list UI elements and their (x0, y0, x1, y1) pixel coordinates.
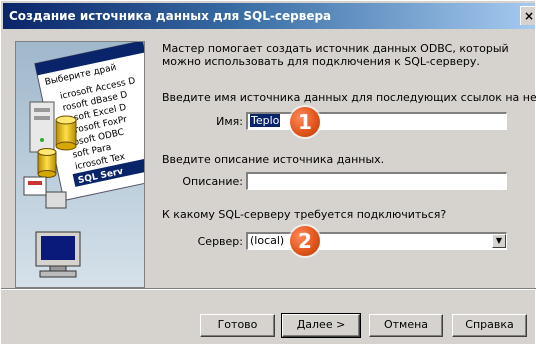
server-label: Сервер: (176, 235, 243, 248)
server-combobox[interactable]: (local) ▼ (246, 232, 507, 250)
odbc-wizard-dialog: Создание источника данных для SQL-сервер… (0, 0, 536, 345)
name-prompt: Введите имя источника данных для последу… (162, 91, 536, 104)
name-input[interactable]: Teplo (246, 112, 507, 130)
callout-badge-2: 2 (290, 226, 320, 256)
title-bar[interactable]: Создание источника данных для SQL-сервер… (3, 3, 535, 29)
server-database-illustration-icon: Выберите драй icrosoft Access D rosoft d… (16, 42, 144, 287)
description-label-text: Описание: (182, 175, 243, 188)
help-button[interactable]: Справка (452, 314, 527, 337)
next-button[interactable]: Далее > (281, 313, 361, 338)
button-separator (1, 288, 536, 290)
description-prompt: Введите описание источника данных. (162, 153, 385, 166)
name-input-value: Teplo (250, 114, 281, 127)
window-title: Создание источника данных для SQL-сервер… (9, 9, 332, 23)
wizard-intro-text: Мастер помогает создать источник данных … (162, 42, 509, 68)
close-icon[interactable]: × (520, 6, 535, 25)
name-label-text: Имя: (216, 115, 243, 128)
description-label: Описание: (171, 175, 243, 188)
chevron-down-icon[interactable]: ▼ (492, 234, 506, 248)
server-prompt: К какому SQL-серверу требуется подключит… (162, 208, 447, 221)
cancel-button[interactable]: Отмена (369, 314, 443, 337)
wizard-illustration: Выберите драй icrosoft Access D rosoft d… (15, 41, 145, 288)
server-combobox-value: (local) (250, 234, 285, 247)
server-label-text: Сервер: (197, 235, 243, 248)
name-label: Имя: (181, 115, 243, 128)
description-input[interactable] (246, 172, 507, 190)
finish-button[interactable]: Готово (200, 314, 275, 337)
callout-badge-1: 1 (290, 107, 320, 137)
